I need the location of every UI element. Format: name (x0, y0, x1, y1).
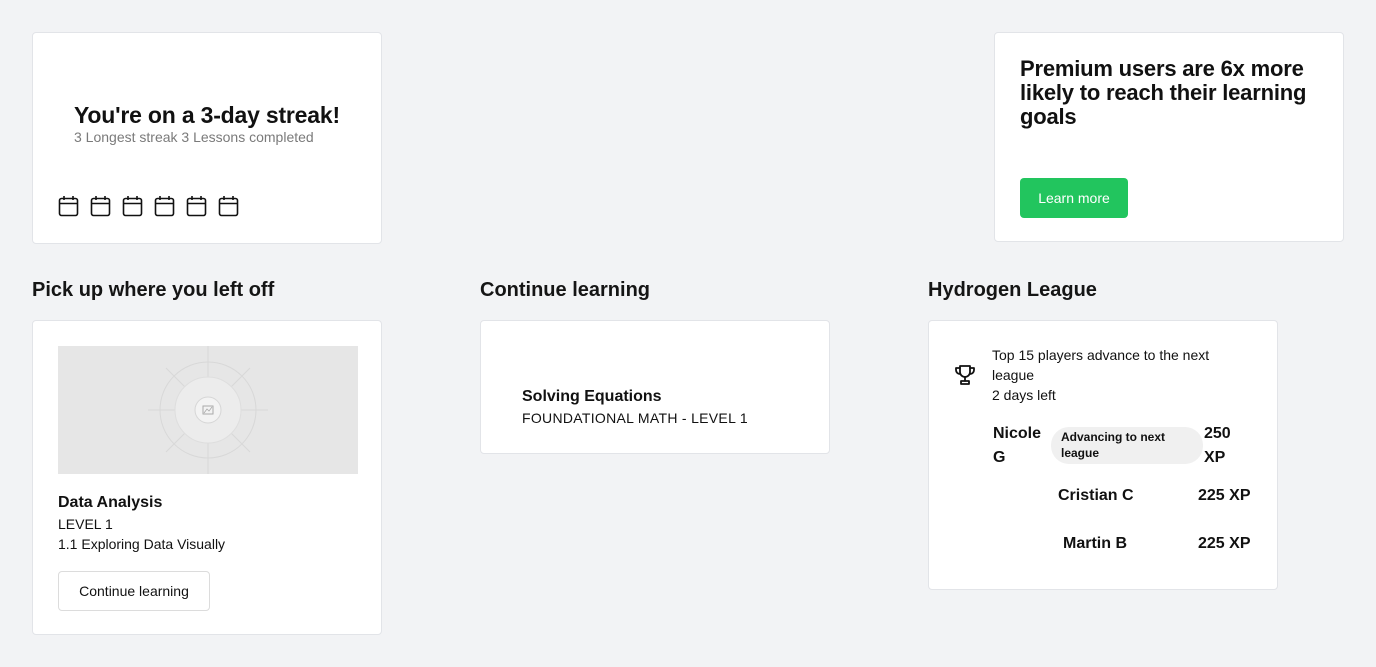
learn-more-button[interactable]: Learn more (1020, 178, 1128, 218)
player-xp: 250 XP (1204, 425, 1231, 466)
trophy-icon (955, 365, 975, 385)
pickup-course-title: Data Analysis (58, 494, 163, 511)
calendar-icon (154, 196, 175, 217)
course-thumbnail (58, 346, 358, 474)
premium-card: Premium users are 6x more likely to reac… (994, 32, 1344, 242)
league-info: Top 15 players advance to the next leagu… (992, 345, 1232, 405)
continue-course-card[interactable]: Solving Equations FOUNDATIONAL MATH - LE… (480, 320, 830, 454)
continue-section-title: Continue learning (480, 279, 650, 301)
continue-course-meta: FOUNDATIONAL MATH - LEVEL 1 (522, 410, 748, 426)
player-name: Nicole G (993, 425, 1042, 466)
player-name: Martin B (1063, 535, 1127, 552)
streak-title: You're on a 3-day streak! (74, 102, 340, 128)
pickup-section-title: Pick up where you left off (32, 279, 275, 301)
player-xp: 225 XP (1198, 535, 1251, 552)
league-card: Top 15 players advance to the next leagu… (928, 320, 1278, 590)
image-placeholder-icon (148, 346, 268, 474)
league-time-left: 2 days left (992, 387, 1056, 403)
player-name: Cristian C (1058, 487, 1134, 504)
streak-card: You're on a 3-day streak! 3 Longest stre… (32, 32, 382, 244)
pickup-course-level: LEVEL 1 (58, 516, 113, 532)
calendar-icon (122, 196, 143, 217)
league-info-line: Top 15 players advance to the next leagu… (992, 347, 1210, 383)
calendar-icon (186, 196, 207, 217)
pickup-lesson-name: 1.1 Exploring Data Visually (58, 536, 226, 552)
continue-course-title: Solving Equations (522, 388, 662, 405)
advancing-badge: Advancing to next league (1051, 427, 1203, 464)
league-section-title: Hydrogen League (928, 279, 1097, 301)
continue-learning-button[interactable]: Continue learning (58, 571, 210, 611)
player-xp: 225 XP (1198, 487, 1251, 504)
calendar-icon (218, 196, 239, 217)
premium-headline: Premium users are 6x more likely to reac… (1020, 56, 1307, 129)
pickup-card: Data Analysis LEVEL 1 1.1 Exploring Data… (32, 320, 382, 635)
streak-calendar-row (58, 195, 239, 217)
calendar-icon (90, 196, 111, 217)
streak-subtitle: 3 Longest streak 3 Lessons completed (74, 129, 314, 145)
calendar-icon (58, 196, 79, 217)
